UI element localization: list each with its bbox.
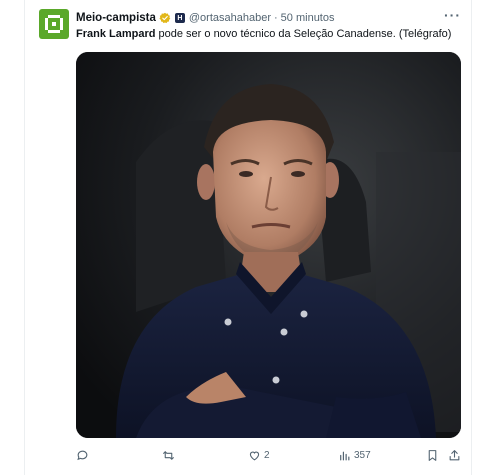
meio-campista-logo-icon — [45, 15, 63, 33]
views-button[interactable]: 357 — [338, 446, 371, 464]
share-icon — [449, 449, 460, 460]
post-text: Frank Lampard pode ser o novo técnico da… — [76, 27, 463, 42]
separator-dot: · — [274, 12, 278, 24]
repost-button[interactable] — [162, 446, 178, 464]
bookmark-button[interactable] — [426, 446, 439, 464]
action-bar: 2 357 — [76, 446, 468, 464]
post-text-rest: pode ser o novo técnico da Seleção Canad… — [155, 28, 452, 40]
like-button[interactable]: 2 — [248, 446, 270, 464]
bookmark-icon — [428, 449, 437, 461]
like-count: 2 — [264, 449, 270, 461]
heart-icon — [249, 451, 260, 460]
reply-button[interactable] — [76, 446, 92, 464]
verified-badge-icon — [159, 12, 171, 24]
author-handle[interactable]: @ortasahahaber — [189, 12, 271, 24]
view-count: 357 — [354, 449, 371, 461]
repost-icon — [163, 450, 174, 460]
author-name[interactable]: Meio-campista — [76, 12, 156, 24]
post-text-bold: Frank Lampard — [76, 28, 156, 40]
views-chart-icon — [340, 451, 350, 460]
tweet-card[interactable]: Meio-campista H @ortasahahaber · 50 minu… — [24, 0, 472, 475]
post-header: Meio-campista H @ortasahahaber · 50 minu… — [76, 10, 461, 26]
reply-icon — [77, 450, 88, 460]
share-button[interactable] — [448, 446, 461, 464]
affiliate-badge: H — [174, 13, 185, 23]
timestamp[interactable]: 50 minutos — [281, 12, 335, 24]
more-options-icon[interactable]: ··· — [444, 8, 461, 22]
post-image[interactable] — [76, 52, 461, 438]
avatar[interactable] — [39, 9, 69, 39]
